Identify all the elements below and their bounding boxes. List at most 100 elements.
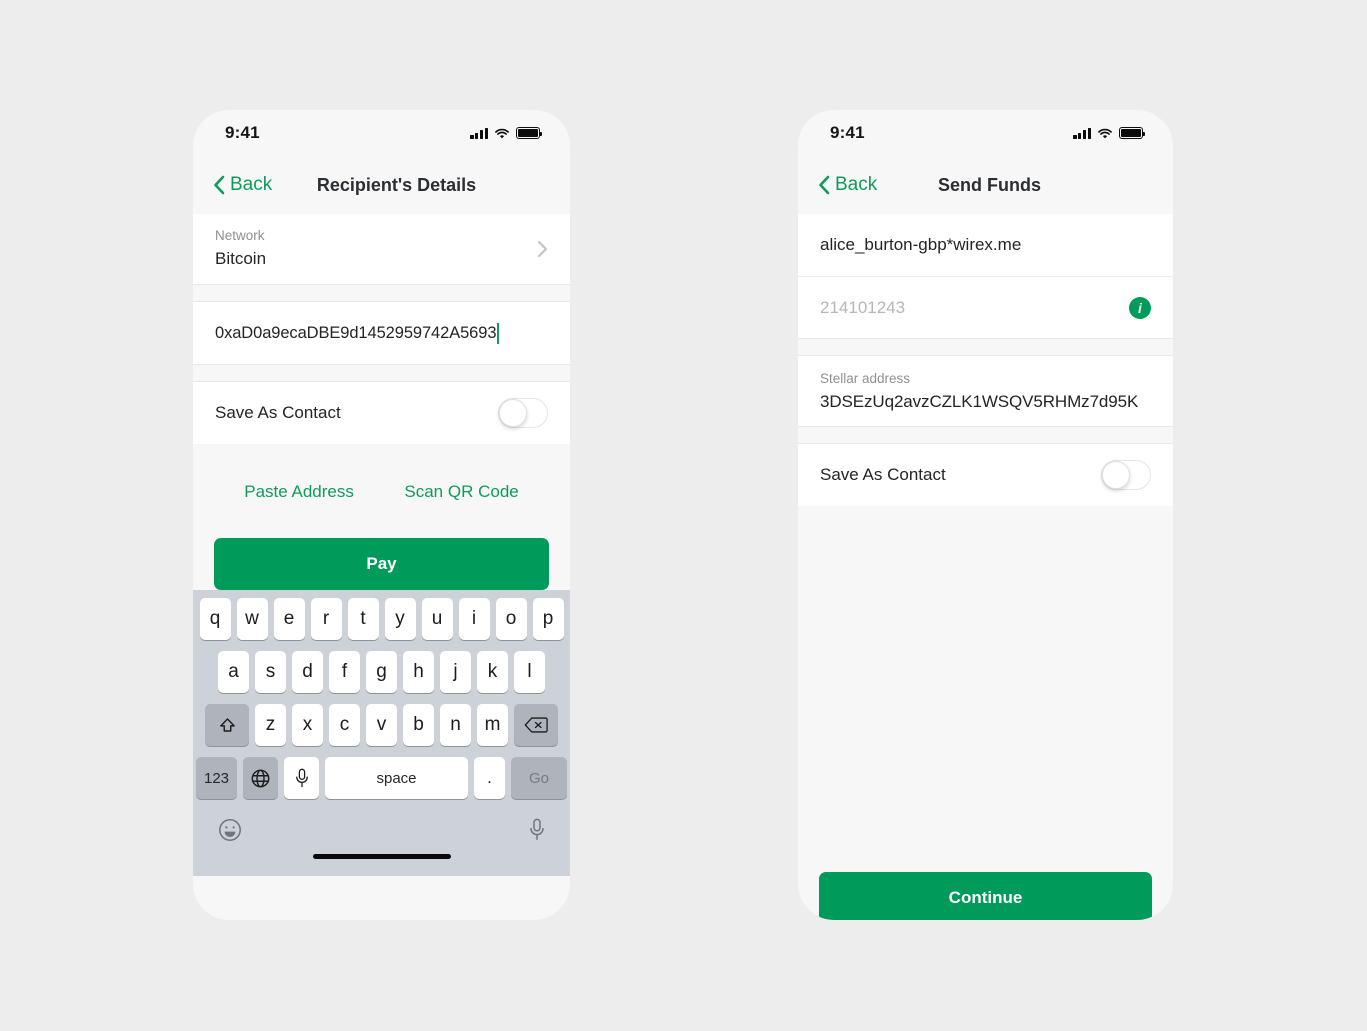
numbers-key[interactable]: 123 <box>196 757 237 799</box>
key-f[interactable]: f <box>329 651 360 693</box>
stellar-address-label: Stellar address <box>820 371 911 387</box>
save-contact-toggle[interactable] <box>498 398 548 428</box>
keyboard-row-4: 123 space . Go <box>196 757 567 799</box>
continue-button[interactable]: Continue <box>819 872 1152 920</box>
shift-icon[interactable] <box>205 704 249 746</box>
recipient-handle-row[interactable]: alice_burton-gbp*wirex.me <box>798 214 1173 276</box>
stellar-address-card: Stellar address 3DSEzUq2avzCZLK1WSQV5RHM… <box>798 356 1173 426</box>
key-w[interactable]: w <box>236 598 268 640</box>
recipient-reference: 214101243 <box>820 297 906 317</box>
period-key[interactable]: . <box>474 757 505 799</box>
globe-icon[interactable] <box>243 757 278 799</box>
dictation-microphone-icon[interactable] <box>529 818 545 846</box>
section-divider <box>193 284 570 302</box>
back-label: Back <box>835 174 878 195</box>
status-clock: 9:41 <box>225 123 260 142</box>
scan-qr-code-button[interactable]: Scan QR Code <box>404 482 518 502</box>
key-t[interactable]: t <box>347 598 379 640</box>
save-contact-label: Save As Contact <box>215 403 341 422</box>
home-indicator-area <box>196 854 567 876</box>
key-b[interactable]: b <box>403 704 434 746</box>
status-clock: 9:41 <box>830 123 865 142</box>
phone-recipient-details: 9:41 Back Recipient's Details Network Bi… <box>193 110 570 920</box>
recipient-handle: alice_burton-gbp*wirex.me <box>820 235 1022 254</box>
key-v[interactable]: v <box>366 704 397 746</box>
phone-send-funds: 9:41 Back Send Funds alice_burton-gbp*wi… <box>798 110 1173 920</box>
key-n[interactable]: n <box>440 704 471 746</box>
stellar-address-row[interactable]: Stellar address 3DSEzUq2avzCZLK1WSQV5RHM… <box>798 356 1173 426</box>
battery-full-icon <box>516 127 543 139</box>
wifi-icon <box>1097 127 1113 139</box>
address-shortcuts: Paste Address Scan QR Code <box>193 482 570 502</box>
key-p[interactable]: p <box>532 598 564 640</box>
save-contact-card: Save As Contact <box>193 382 570 444</box>
save-contact-row[interactable]: Save As Contact <box>798 444 1173 506</box>
emoji-smiley-icon[interactable] <box>218 818 242 847</box>
network-value: Bitcoin <box>215 248 267 268</box>
toggle-knob <box>1102 461 1130 489</box>
key-a[interactable]: a <box>218 651 249 693</box>
address-value: 0xaD0a9ecaDBE9d1452959742A5693 <box>215 323 497 342</box>
key-y[interactable]: y <box>384 598 416 640</box>
recipient-reference-row[interactable]: 214101243 i <box>798 276 1173 338</box>
key-x[interactable]: x <box>292 704 323 746</box>
key-l[interactable]: l <box>514 651 545 693</box>
key-h[interactable]: h <box>403 651 434 693</box>
save-contact-row[interactable]: Save As Contact <box>193 382 570 444</box>
battery-full-icon <box>1119 127 1146 139</box>
cellular-bars-icon <box>1073 127 1091 139</box>
action-area: Paste Address Scan QR Code Pay <box>193 444 570 590</box>
stellar-texts: Stellar address 3DSEzUq2avzCZLK1WSQV5RHM… <box>820 370 1138 412</box>
space-key[interactable]: space <box>325 757 468 799</box>
key-d[interactable]: d <box>292 651 323 693</box>
recipient-card: alice_burton-gbp*wirex.me 214101243 i <box>798 214 1173 338</box>
network-texts: Network Bitcoin <box>215 227 266 270</box>
pay-button[interactable]: Pay <box>214 538 549 590</box>
key-c[interactable]: c <box>329 704 360 746</box>
key-k[interactable]: k <box>477 651 508 693</box>
paste-address-button[interactable]: Paste Address <box>244 482 354 502</box>
back-button[interactable]: Back <box>818 174 877 196</box>
go-key[interactable]: Go <box>511 757 567 799</box>
keyboard-bottom-bar <box>196 810 567 854</box>
section-divider <box>193 364 570 382</box>
keyboard-row-3: z x c v b n m <box>196 704 567 746</box>
section-divider <box>798 426 1173 444</box>
network-row[interactable]: Network Bitcoin <box>193 214 570 284</box>
key-o[interactable]: o <box>495 598 527 640</box>
back-button[interactable]: Back <box>213 174 272 196</box>
key-z[interactable]: z <box>255 704 286 746</box>
save-contact-toggle[interactable] <box>1101 460 1151 490</box>
address-input[interactable]: 0xaD0a9ecaDBE9d1452959742A5693 <box>193 302 570 364</box>
backspace-icon[interactable] <box>514 704 558 746</box>
save-contact-card: Save As Contact <box>798 444 1173 506</box>
key-r[interactable]: r <box>310 598 342 640</box>
key-i[interactable]: i <box>458 598 490 640</box>
microphone-icon[interactable] <box>284 757 319 799</box>
network-card: Network Bitcoin <box>193 214 570 284</box>
status-icons <box>1073 127 1146 139</box>
key-m[interactable]: m <box>477 704 508 746</box>
text-caret <box>497 322 500 344</box>
key-q[interactable]: q <box>199 598 231 640</box>
keyboard-row-2: a s d f g h j k l <box>196 651 567 693</box>
status-icons <box>470 127 543 139</box>
status-bar: 9:41 <box>193 110 570 156</box>
wifi-icon <box>494 127 510 139</box>
chevron-right-icon <box>537 240 548 258</box>
navigation-bar: Back Recipient's Details <box>193 156 570 214</box>
chevron-left-icon <box>213 175 225 195</box>
keyboard-row-1: q w e r t y u i o p <box>196 598 567 640</box>
navigation-bar: Back Send Funds <box>798 156 1173 214</box>
info-circle-icon[interactable]: i <box>1129 296 1151 319</box>
status-bar: 9:41 <box>798 110 1173 156</box>
key-j[interactable]: j <box>440 651 471 693</box>
screenshot-canvas: 9:41 Back Recipient's Details Network Bi… <box>0 0 1367 1031</box>
home-indicator[interactable] <box>312 854 451 859</box>
cellular-bars-icon <box>470 127 488 139</box>
key-e[interactable]: e <box>273 598 305 640</box>
key-g[interactable]: g <box>366 651 397 693</box>
key-s[interactable]: s <box>255 651 286 693</box>
key-u[interactable]: u <box>421 598 453 640</box>
chevron-left-icon <box>818 175 830 195</box>
